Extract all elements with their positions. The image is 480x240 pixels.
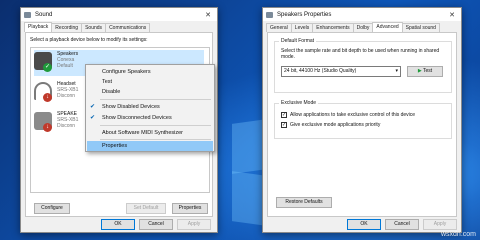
configure-button[interactable]: Configure (34, 203, 70, 214)
apply-button[interactable]: Apply (177, 219, 211, 230)
device-context-menu: Configure Speakers Test Disable ✔ Show Di… (85, 64, 215, 152)
allow-exclusive-checkbox[interactable]: ✓ Allow applications to take exclusive c… (281, 112, 415, 118)
default-check-icon: ✓ (43, 63, 52, 72)
checkmark-icon: ✔ (90, 104, 96, 110)
restore-defaults-button[interactable]: Restore Defaults (276, 197, 332, 208)
exclusive-mode-group: Exclusive Mode ✓ Allow applications to t… (274, 100, 452, 139)
exclusive-priority-checkbox[interactable]: ✓ Give exclusive mode applications prior… (281, 122, 380, 128)
menu-separator (100, 99, 211, 100)
tab-enhancements[interactable]: Enhancements (312, 23, 354, 32)
checkbox-label: Give exclusive mode applications priorit… (290, 122, 381, 128)
menu-item-label: Configure Speakers (102, 69, 151, 75)
ok-button[interactable]: OK (347, 219, 381, 230)
checkbox-checked-icon: ✓ (281, 122, 287, 128)
menu-separator (100, 139, 211, 140)
exclusive-mode-label: Exclusive Mode (279, 100, 319, 106)
test-button[interactable]: ▶ Test (407, 66, 443, 77)
window-title: Sound (35, 11, 53, 18)
default-format-group: Default Format Select the sample rate an… (274, 38, 452, 93)
speaker-app-icon (266, 11, 273, 18)
menu-item-label: Show Disabled Devices (102, 104, 160, 110)
speakers-properties-dialog: Speakers Properties ✕ General Levels Enh… (262, 7, 462, 233)
properties-titlebar: Speakers Properties ✕ (263, 8, 461, 21)
tab-communications[interactable]: Communications (105, 23, 151, 32)
menu-item-label: Test (102, 79, 113, 85)
advanced-panel: Default Format Select the sample rate an… (267, 32, 457, 217)
menu-item-properties[interactable]: Properties (87, 141, 213, 151)
disconnected-icon: ↓ (43, 123, 52, 132)
test-label: Test (423, 68, 433, 74)
tab-recording[interactable]: Recording (51, 23, 83, 32)
close-icon[interactable]: ✕ (202, 11, 214, 19)
disconnected-icon: ↓ (43, 93, 52, 102)
tab-playback[interactable]: Playback (24, 22, 53, 32)
format-select-value: 24 bit, 44100 Hz (Studio Quality) (284, 68, 357, 74)
checkbox-checked-icon: ✓ (281, 112, 287, 118)
tab-spatial-sound[interactable]: Spatial sound (401, 23, 440, 32)
menu-item-label: Properties (102, 143, 128, 149)
ok-button[interactable]: OK (101, 219, 135, 230)
tab-advanced[interactable]: Advanced (372, 22, 403, 32)
default-format-label: Default Format (279, 38, 317, 44)
properties-tabs: General Levels Enhancements Dolby Advanc… (263, 21, 461, 32)
menu-item-label: About Software MIDI Synthesizer (102, 130, 184, 136)
checkmark-icon: ✔ (90, 115, 96, 121)
instruction-text: Select a playback device below to modify… (30, 37, 148, 43)
menu-separator (100, 125, 211, 126)
set-default-button[interactable]: Set Default (126, 203, 166, 214)
play-icon: ▶ (417, 68, 422, 74)
device-status: Default (57, 63, 73, 69)
format-select[interactable]: 24 bit, 44100 Hz (Studio Quality) ▾ (281, 66, 401, 77)
window-title: Speakers Properties (277, 11, 332, 18)
cancel-button[interactable]: Cancel (385, 219, 419, 230)
menu-item-test[interactable]: Test (87, 77, 213, 87)
menu-item-label: Disable (102, 89, 121, 95)
watermark-text: wsxdn.com (440, 231, 476, 238)
sound-titlebar: Sound ✕ (21, 8, 217, 21)
close-icon[interactable]: ✕ (446, 11, 458, 19)
sound-tabs: Playback Recording Sounds Communications (21, 21, 217, 32)
speaker-app-icon (24, 11, 31, 18)
device-status: Disconn (57, 123, 76, 129)
menu-item-show-disabled[interactable]: ✔ Show Disabled Devices (87, 102, 213, 112)
tab-levels[interactable]: Levels (290, 23, 314, 32)
chevron-down-icon: ▾ (395, 68, 398, 74)
menu-item-label: Show Disconnected Devices (102, 115, 172, 121)
default-format-description: Select the sample rate and bit depth to … (281, 48, 440, 60)
menu-item-configure-speakers[interactable]: Configure Speakers (87, 67, 213, 77)
menu-item-disable[interactable]: Disable (87, 87, 213, 97)
device-status: Disconn (57, 93, 76, 99)
tab-dolby[interactable]: Dolby (352, 23, 374, 32)
properties-button[interactable]: Properties (172, 203, 208, 214)
cancel-button[interactable]: Cancel (139, 219, 173, 230)
checkbox-label: Allow applications to take exclusive con… (290, 112, 416, 118)
tab-sounds[interactable]: Sounds (81, 23, 107, 32)
menu-item-show-disconnected[interactable]: ✔ Show Disconnected Devices (87, 113, 213, 123)
menu-item-about-midi[interactable]: About Software MIDI Synthesizer (87, 128, 213, 138)
apply-button[interactable]: Apply (423, 219, 457, 230)
tab-general[interactable]: General (266, 23, 292, 32)
